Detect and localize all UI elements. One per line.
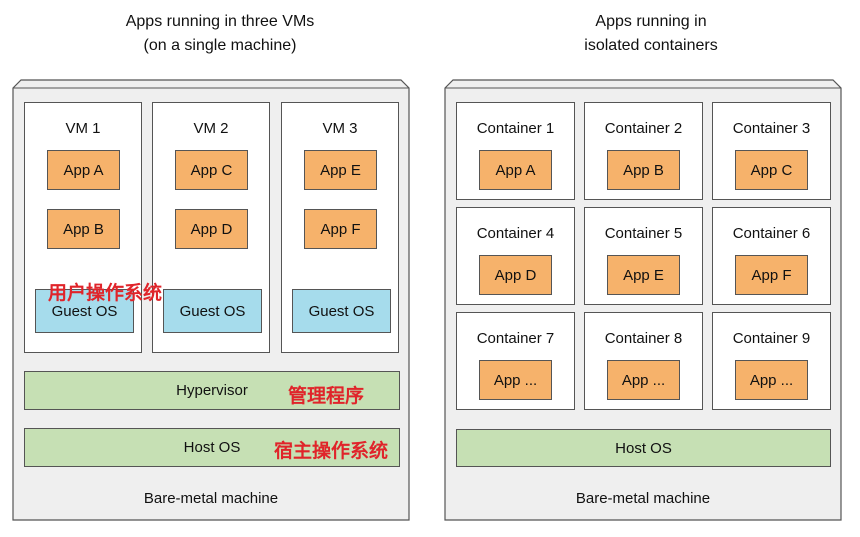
- left-title-line1: Apps running in three VMs: [125, 13, 315, 30]
- guest-os-box: Guest OS: [292, 289, 391, 333]
- vm-box: VM 1 App A App B Guest OS: [24, 102, 142, 353]
- right-title-line1: Apps running in: [595, 13, 707, 30]
- app-box: App C: [735, 150, 808, 190]
- container-label: Container 4: [476, 225, 555, 242]
- app-box: App A: [47, 150, 120, 190]
- diagram: Apps running in three VMs (on a single m…: [0, 0, 860, 537]
- container-box: Container 2 App B: [584, 102, 703, 200]
- app-box: App F: [735, 255, 808, 295]
- app-box: App ...: [607, 360, 680, 400]
- host-os-label: Host OS: [615, 439, 672, 457]
- vm-label: VM 2: [193, 120, 229, 137]
- container-box: Container 4 App D: [456, 207, 575, 305]
- host-os-annotation: 宿主操作系统: [274, 440, 389, 462]
- left-bare-metal-label: Bare-metal machine: [143, 490, 279, 507]
- vm-label: VM 1: [65, 120, 101, 137]
- container-label: Container 5: [604, 225, 683, 242]
- app-box: App D: [479, 255, 552, 295]
- app-box: App B: [47, 209, 120, 249]
- app-box: App ...: [735, 360, 808, 400]
- app-box: App E: [607, 255, 680, 295]
- container-label: Container 8: [604, 330, 683, 347]
- right-title-line2: isolated containers: [584, 37, 718, 54]
- container-label: Container 9: [732, 330, 811, 347]
- app-box: App B: [607, 150, 680, 190]
- vm-box: VM 3 App E App F Guest OS: [281, 102, 399, 353]
- app-box: App D: [175, 209, 248, 249]
- container-box: Container 9 App ...: [712, 312, 831, 410]
- container-box: Container 5 App E: [584, 207, 703, 305]
- container-label: Container 6: [732, 225, 811, 242]
- container-box: Container 8 App ...: [584, 312, 703, 410]
- vm-box: VM 2 App C App D Guest OS: [152, 102, 270, 353]
- container-label: Container 2: [604, 120, 683, 137]
- hypervisor-annotation: 管理程序: [288, 385, 365, 407]
- guest-os-annotation: 用户操作系统: [48, 282, 163, 304]
- app-box: App A: [479, 150, 552, 190]
- container-label: Container 7: [476, 330, 555, 347]
- left-title-line2: (on a single machine): [143, 37, 297, 54]
- guest-os-box: Guest OS: [163, 289, 262, 333]
- app-box: App F: [304, 209, 377, 249]
- container-box: Container 7 App ...: [456, 312, 575, 410]
- hypervisor-label: Hypervisor: [176, 382, 248, 399]
- container-box: Container 1 App A: [456, 102, 575, 200]
- app-box: App E: [304, 150, 377, 190]
- app-box: App C: [175, 150, 248, 190]
- host-os-label: Host OS: [183, 439, 241, 456]
- container-box: Container 3 App C: [712, 102, 831, 200]
- container-label: Container 3: [732, 120, 811, 137]
- right-bare-metal-label: Bare-metal machine: [575, 490, 711, 507]
- container-box: Container 6 App F: [712, 207, 831, 305]
- vm-label: VM 3: [322, 120, 358, 137]
- container-label: Container 1: [476, 120, 555, 137]
- right-host-os-layer: Host OS: [456, 429, 831, 467]
- app-box: App ...: [479, 360, 552, 400]
